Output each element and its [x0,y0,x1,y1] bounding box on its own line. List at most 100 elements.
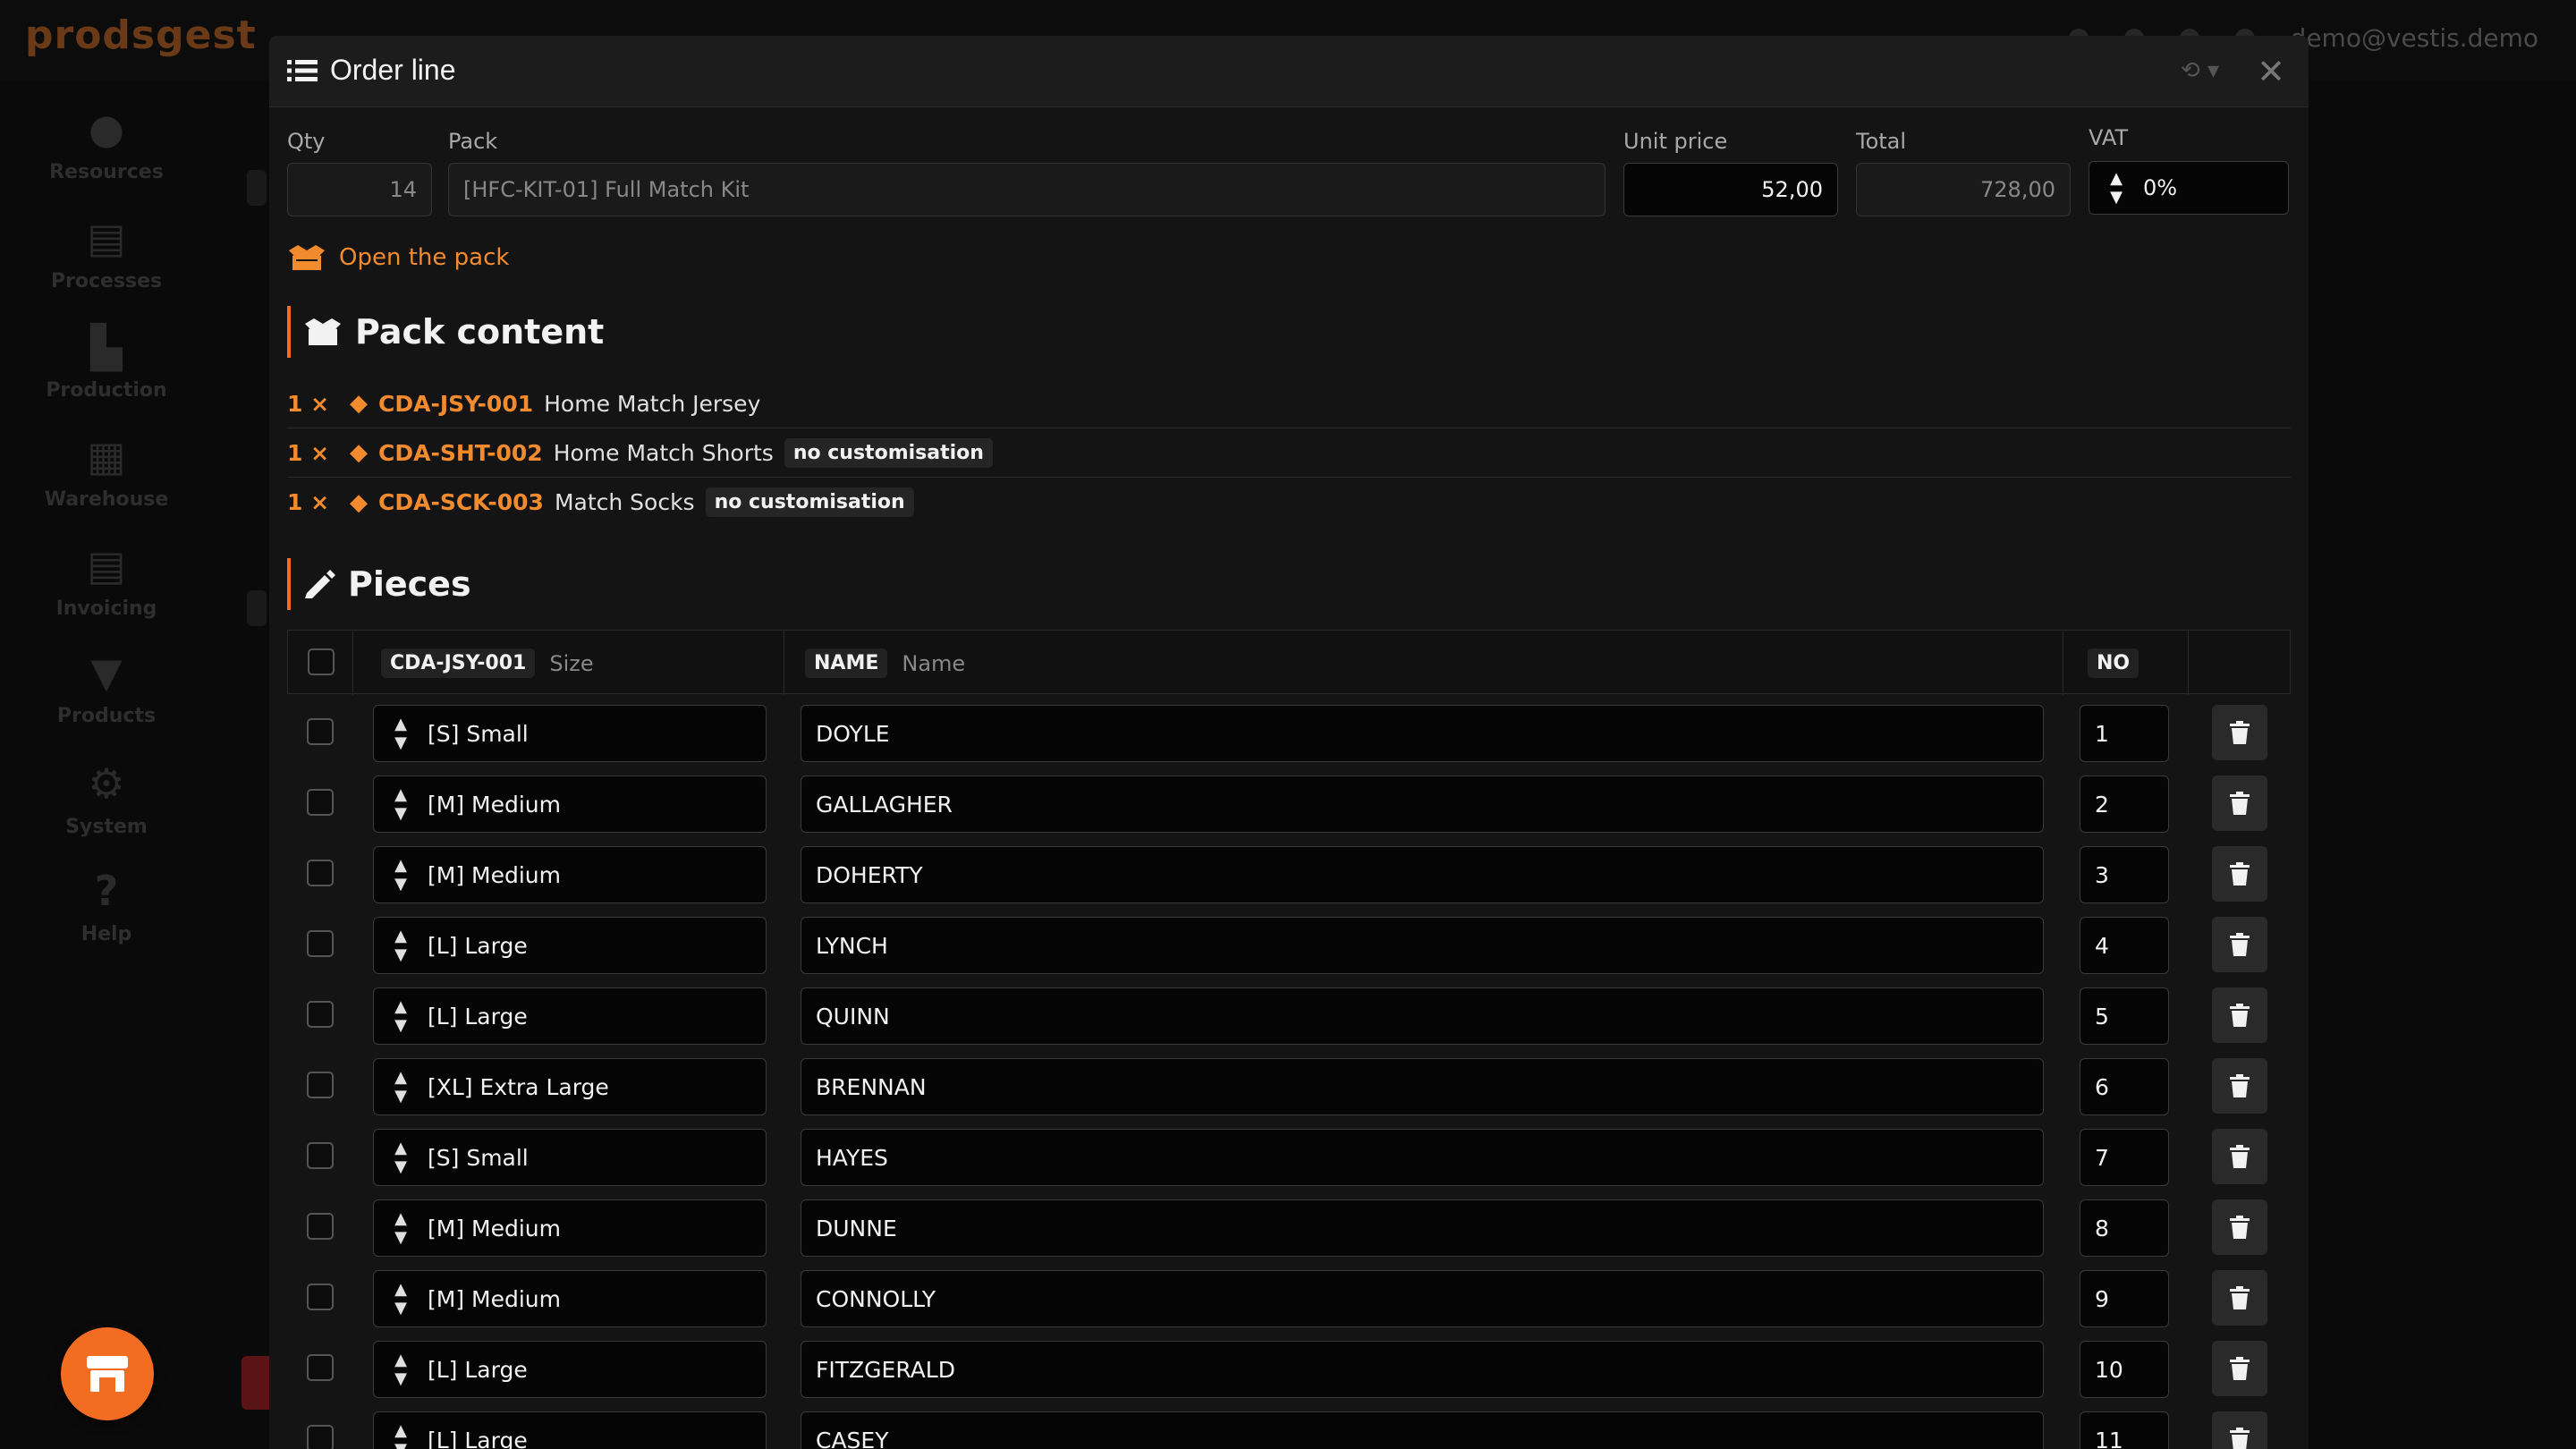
table-row: ▲ ▼ [M] Medium DOHERTY 3 [287,835,2291,906]
list-item: 1 × ◆ CDA-JSY-001 Home Match Jersey [287,379,2291,428]
table-row: ▲▼[L] Large CASEY 11 [287,1401,2291,1449]
delete-button[interactable] [2212,846,2267,902]
delete-button[interactable] [2212,1129,2267,1184]
row-checkbox[interactable] [307,1001,334,1028]
sidebar-item-processes[interactable]: ▤ Processes [0,215,213,292]
product-code-link[interactable]: CDA-JSY-001 [378,391,533,417]
delete-button[interactable] [2212,1058,2267,1114]
unit-price-label: Unit price [1623,129,1728,154]
history-icon[interactable]: ⟲ ▾ [2181,57,2219,84]
close-icon[interactable]: ✕ [2257,52,2285,91]
name-input[interactable]: CASEY [801,1411,2044,1449]
background-icon [247,590,267,626]
delete-button[interactable] [2212,1199,2267,1255]
row-checkbox[interactable] [307,1213,334,1240]
open-pack-link[interactable]: Open the pack [287,243,509,272]
number-input[interactable]: 8 [2080,1199,2169,1257]
delete-button[interactable] [2212,1270,2267,1326]
delete-button[interactable] [2212,987,2267,1043]
number-input[interactable]: 2 [2080,775,2169,833]
table-body: ▲ ▼ [S] Small DOYLE 1 ▲ ▼ [M] Medium GALLAGHER 2 ▲… [287,694,2291,1449]
number-input[interactable]: 1 [2080,705,2169,762]
row-checkbox[interactable] [307,1072,334,1098]
sort-arrows-icon: ▲▼ [394,856,407,894]
row-checkbox[interactable] [307,1354,334,1381]
size-select[interactable]: ▲▼[L] Large [373,917,767,974]
tag-icon: ◆ [350,390,368,417]
store-icon [87,1356,128,1392]
name-input[interactable]: FITZGERALD [801,1341,2044,1398]
sidebar-item-warehouse[interactable]: ▦ Warehouse [0,433,213,511]
sidebar-item-help[interactable]: ? Help [0,868,213,945]
row-checkbox[interactable] [307,1142,334,1169]
vat-label: VAT [2089,125,2129,150]
qty-field[interactable]: 14 [287,163,432,216]
product-code-link[interactable]: CDA-SHT-002 [378,440,543,466]
name-input[interactable]: DOYLE [801,705,2044,762]
row-checkbox[interactable] [307,718,334,745]
sidebar-item-invoicing[interactable]: ▤ Invoicing [0,542,213,620]
pack-content-heading: Pack content [287,306,604,358]
name-input[interactable]: GALLAGHER [801,775,2044,833]
user-menu[interactable]: demo@vestis.demo [2291,23,2538,53]
row-checkbox[interactable] [307,1284,334,1310]
sidebar-item-products[interactable]: ▼ Products [0,649,213,727]
name-input[interactable]: DUNNE [801,1199,2044,1257]
number-input[interactable]: 4 [2080,917,2169,974]
size-select[interactable]: ▲ ▼ [M] Medium [373,846,767,903]
row-checkbox[interactable] [307,1425,334,1449]
delete-button[interactable] [2212,917,2267,972]
product-code-link[interactable]: CDA-SCK-003 [378,489,544,515]
sort-arrows-icon: ▲▼ [394,1139,407,1176]
name-input[interactable]: QUINN [801,987,2044,1045]
number-input[interactable]: 3 [2080,846,2169,903]
name-input[interactable]: CONNOLLY [801,1270,2044,1327]
name-input[interactable]: DOHERTY [801,846,2044,903]
row-checkbox[interactable] [307,930,334,957]
name-input[interactable]: HAYES [801,1129,2044,1186]
size-select[interactable]: ▲ ▼ [M] Medium [373,775,767,833]
no-customisation-badge: no customisation [705,487,914,517]
pack-field[interactable]: [HFC-KIT-01] Full Match Kit [448,163,1606,216]
row-checkbox[interactable] [307,860,334,886]
name-input[interactable]: BRENNAN [801,1058,2044,1115]
number-input[interactable]: 10 [2080,1341,2169,1398]
delete-button[interactable] [2212,1341,2267,1396]
size-select[interactable]: ▲▼[L] Large [373,1411,767,1449]
sort-arrows-icon: ▲▼ [2110,169,2123,207]
brand-logo[interactable]: prodsgest [25,13,257,58]
size-select[interactable]: ▲▼[L] Large [373,987,767,1045]
sidebar-item-production[interactable]: ▙ Production [0,324,213,402]
person-icon: ● [88,105,125,153]
sidebar-item-resources[interactable]: ● Resources [0,106,213,183]
number-input[interactable]: 5 [2080,987,2169,1045]
table-row: ▲ ▼ [L] Large FITZGERALD 10 [287,1330,2291,1401]
vat-select[interactable]: ▲ ▼ 0% [2089,161,2289,215]
size-select[interactable]: ▲ ▼ [M] Medium [373,1270,767,1327]
unit-price-field[interactable]: 52,00 [1623,163,1838,216]
size-select[interactable]: ▲ ▼ [S] Small [373,705,767,762]
table-row: ▲ ▼ [S] Small DOYLE 1 [287,694,2291,765]
name-column-header[interactable]: NAME Name [805,648,965,678]
size-select[interactable]: ▲ ▼ [M] Medium [373,1199,767,1257]
sidebar-item-system[interactable]: ⚙ System [0,760,213,838]
row-checkbox[interactable] [307,789,334,816]
delete-button[interactable] [2212,775,2267,831]
gears-icon: ⚙ [88,759,125,808]
number-input[interactable]: 6 [2080,1058,2169,1115]
shop-fab-button[interactable] [61,1327,154,1420]
size-column-header[interactable]: CDA-JSY-001 Size [381,648,594,678]
delete-button[interactable] [2212,1411,2267,1449]
trash-icon [2230,1145,2250,1168]
no-column-header[interactable]: NO [2088,648,2140,678]
number-input[interactable]: 11 [2080,1411,2169,1449]
select-all-checkbox[interactable] [308,648,335,675]
name-input[interactable]: LYNCH [801,917,2044,974]
number-input[interactable]: 9 [2080,1270,2169,1327]
size-select[interactable]: ▲ ▼ [S] Small [373,1129,767,1186]
delete-button[interactable] [2212,705,2267,760]
modal-header: Order line ⟲ ▾ ✕ [269,36,2309,107]
size-select[interactable]: ▲▼[L] Large [373,1341,767,1398]
size-select[interactable]: ▲ ▼ [XL] Extra Large [373,1058,767,1115]
number-input[interactable]: 7 [2080,1129,2169,1186]
